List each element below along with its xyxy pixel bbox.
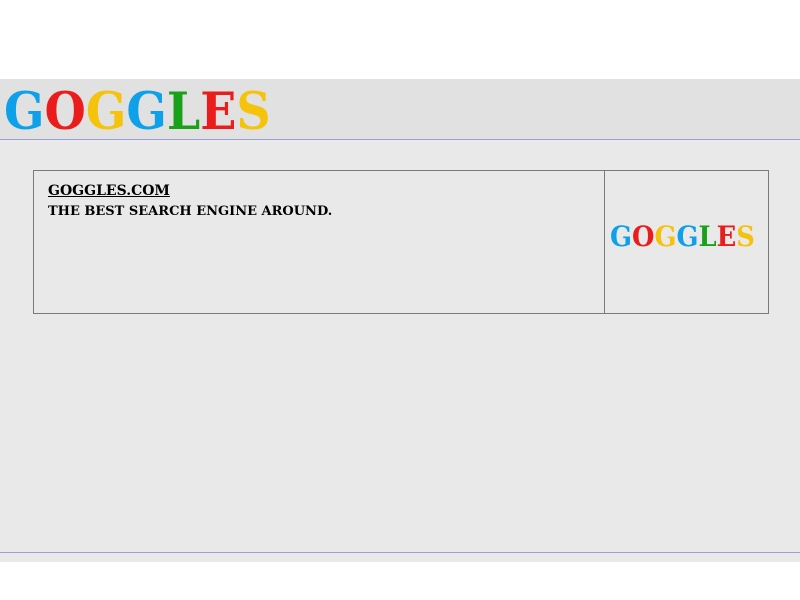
thumb-logo-letter: S	[736, 220, 755, 253]
logo-letter: O	[44, 82, 86, 142]
result-text-panel: GOGGLES.COM THE BEST SEARCH ENGINE AROUN…	[34, 171, 605, 313]
thumb-logo-letter: G	[676, 220, 699, 253]
header: GOGGLES	[0, 79, 800, 140]
result-thumbnail[interactable]: GOGGLES	[605, 171, 768, 313]
logo-letter: S	[236, 82, 271, 142]
logo-letter: L	[166, 82, 201, 142]
thumb-logo-letter: L	[698, 220, 717, 253]
search-result-card: GOGGLES.COM THE BEST SEARCH ENGINE AROUN…	[33, 170, 769, 314]
logo-letter: G	[126, 82, 167, 142]
thumb-logo-letter: E	[716, 220, 737, 253]
thumb-logo-letter: G	[610, 220, 633, 253]
logo-letter: E	[200, 82, 237, 142]
result-description: THE BEST SEARCH ENGINE AROUND.	[48, 204, 333, 219]
footer-strip	[0, 553, 800, 562]
thumbnail-logo: GOGGLES	[610, 221, 755, 253]
results-area: GOGGLES.COM THE BEST SEARCH ENGINE AROUN…	[0, 140, 800, 553]
result-title-link[interactable]: GOGGLES.COM	[48, 183, 170, 199]
logo-letter: G	[4, 82, 45, 142]
logo-letter: G	[85, 82, 127, 142]
thumb-logo-letter: O	[632, 220, 655, 253]
thumb-logo-letter: G	[654, 220, 677, 253]
page: GOGGLES GOGGLES.COM THE BEST SEARCH ENGI…	[0, 0, 800, 600]
site-logo[interactable]: GOGGLES	[4, 85, 271, 139]
